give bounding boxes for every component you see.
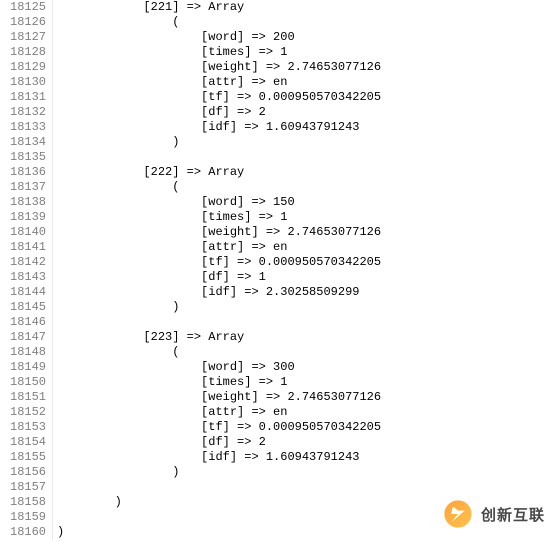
line-number: 18137: [10, 180, 46, 195]
line-number: 18159: [10, 510, 46, 525]
code-line: [223] => Array: [57, 330, 557, 345]
code-line: [weight] => 2.74653077126: [57, 225, 557, 240]
line-number: 18143: [10, 270, 46, 285]
line-number: 18145: [10, 300, 46, 315]
line-number: 18136: [10, 165, 46, 180]
code-line: [57, 315, 557, 330]
line-number: 18141: [10, 240, 46, 255]
line-gutter: 1812518126181271812818129181301813118132…: [0, 0, 53, 540]
code-line: [attr] => en: [57, 405, 557, 420]
code-line: ): [57, 135, 557, 150]
line-number: 18135: [10, 150, 46, 165]
code-line: [tf] => 0.000950570342205: [57, 90, 557, 105]
line-number: 18153: [10, 420, 46, 435]
code-line: [times] => 1: [57, 45, 557, 60]
line-number: 18148: [10, 345, 46, 360]
line-number: 18144: [10, 285, 46, 300]
code-line: [word] => 300: [57, 360, 557, 375]
code-line: [df] => 1: [57, 270, 557, 285]
code-line: [df] => 2: [57, 105, 557, 120]
line-number: 18126: [10, 15, 46, 30]
code-line: (: [57, 345, 557, 360]
code-line: (: [57, 180, 557, 195]
code-line: [df] => 2: [57, 435, 557, 450]
line-number: 18132: [10, 105, 46, 120]
code-line: [57, 150, 557, 165]
line-number: 18129: [10, 60, 46, 75]
code-viewer: 1812518126181271812818129181301813118132…: [0, 0, 557, 540]
line-number: 18158: [10, 495, 46, 510]
line-number: 18131: [10, 90, 46, 105]
watermark: 创新互联: [441, 497, 545, 531]
code-line: [idf] => 2.30258509299: [57, 285, 557, 300]
line-number: 18152: [10, 405, 46, 420]
line-number: 18155: [10, 450, 46, 465]
line-number: 18134: [10, 135, 46, 150]
code-line: [attr] => en: [57, 240, 557, 255]
code-line: [idf] => 1.60943791243: [57, 450, 557, 465]
code-line: [222] => Array: [57, 165, 557, 180]
line-number: 18150: [10, 375, 46, 390]
line-number: 18151: [10, 390, 46, 405]
code-line: [57, 480, 557, 495]
line-number: 18154: [10, 435, 46, 450]
line-number: 18128: [10, 45, 46, 60]
line-number: 18125: [10, 0, 46, 15]
code-line: [times] => 1: [57, 210, 557, 225]
line-number: 18133: [10, 120, 46, 135]
code-line: [tf] => 0.000950570342205: [57, 420, 557, 435]
code-line: [times] => 1: [57, 375, 557, 390]
line-number: 18156: [10, 465, 46, 480]
code-line: ): [57, 465, 557, 480]
code-content: [221] => Array ( [word] => 200 [times] =…: [53, 0, 557, 540]
logo-icon: [441, 497, 475, 531]
code-line: [221] => Array: [57, 0, 557, 15]
line-number: 18138: [10, 195, 46, 210]
line-number: 18127: [10, 30, 46, 45]
code-line: [weight] => 2.74653077126: [57, 60, 557, 75]
code-line: [weight] => 2.74653077126: [57, 390, 557, 405]
line-number: 18142: [10, 255, 46, 270]
code-line: [idf] => 1.60943791243: [57, 120, 557, 135]
code-line: ): [57, 300, 557, 315]
code-line: (: [57, 15, 557, 30]
line-number: 18140: [10, 225, 46, 240]
line-number: 18139: [10, 210, 46, 225]
line-number: 18146: [10, 315, 46, 330]
line-number: 18147: [10, 330, 46, 345]
code-line: [word] => 150: [57, 195, 557, 210]
line-number: 18157: [10, 480, 46, 495]
code-line: [tf] => 0.000950570342205: [57, 255, 557, 270]
line-number: 18130: [10, 75, 46, 90]
line-number: 18160: [10, 525, 46, 540]
line-number: 18149: [10, 360, 46, 375]
code-line: [word] => 200: [57, 30, 557, 45]
watermark-text: 创新互联: [481, 504, 545, 525]
code-line: [attr] => en: [57, 75, 557, 90]
